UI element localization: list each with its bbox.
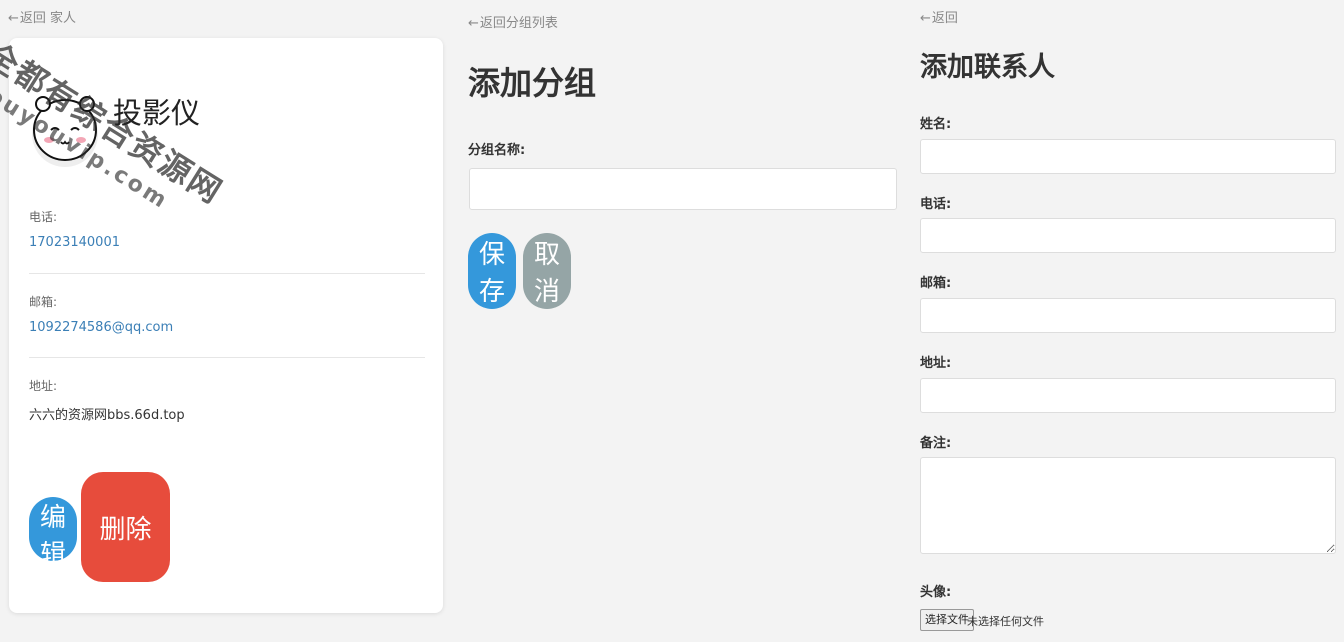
back-link-label: 返回分组列表 bbox=[479, 16, 558, 31]
add-contact-panel: ←返回 添加联系人 姓名: 电话: 邮箱: 地址: 备注: 头像: 选择文件 未… bbox=[912, 0, 1344, 642]
contact-detail-panel: ←返回 家人 投影仪 电话: 17023140001 邮箱: 109227458… bbox=[0, 0, 450, 642]
phone-field: 电话: 17023140001 bbox=[29, 208, 425, 250]
page-title: 添加联系人 bbox=[920, 52, 1055, 83]
phone-label: 电话: bbox=[29, 210, 58, 224]
phone-label: 电话: bbox=[920, 197, 952, 212]
back-link-label: 返回 bbox=[931, 11, 958, 26]
email-label: 邮箱: bbox=[29, 295, 58, 309]
cartoon-bear-avatar-icon bbox=[32, 96, 98, 167]
add-group-panel: ←返回分组列表 添加分组 分组名称: 保存 取消 bbox=[460, 0, 910, 642]
address-value: 六六的资源网bbs.66d.top bbox=[29, 408, 185, 423]
back-arrow-icon: ← bbox=[468, 16, 479, 31]
note-label: 备注: bbox=[920, 436, 952, 451]
contact-name: 投影仪 bbox=[113, 96, 201, 130]
back-to-group-list-link[interactable]: ←返回分组列表 bbox=[468, 12, 558, 31]
divider bbox=[29, 357, 425, 358]
email-label: 邮箱: bbox=[920, 276, 952, 291]
group-name-input[interactable] bbox=[469, 168, 897, 210]
email-input[interactable] bbox=[920, 298, 1336, 333]
name-label: 姓名: bbox=[920, 117, 952, 132]
phone-input[interactable] bbox=[920, 218, 1336, 253]
divider bbox=[29, 273, 425, 274]
page-title: 添加分组 bbox=[468, 64, 597, 102]
contact-card: 投影仪 电话: 17023140001 邮箱: 1092274586@qq.co… bbox=[9, 38, 443, 613]
back-to-family-link[interactable]: ←返回 家人 bbox=[8, 7, 76, 26]
address-field: 地址: 六六的资源网bbs.66d.top bbox=[29, 377, 425, 423]
phone-value[interactable]: 17023140001 bbox=[29, 235, 425, 250]
note-textarea[interactable] bbox=[920, 457, 1336, 554]
avatar-label: 头像: bbox=[920, 585, 952, 600]
name-input[interactable] bbox=[920, 139, 1336, 174]
back-link[interactable]: ←返回 bbox=[920, 7, 958, 26]
choose-file-button[interactable]: 选择文件 bbox=[920, 609, 974, 631]
back-arrow-icon: ← bbox=[8, 11, 19, 26]
cancel-button[interactable]: 取消 bbox=[523, 233, 571, 309]
address-label: 地址: bbox=[920, 356, 952, 371]
email-field: 邮箱: 1092274586@qq.com bbox=[29, 293, 425, 335]
back-arrow-icon: ← bbox=[920, 11, 931, 26]
delete-button[interactable]: 删除 bbox=[81, 472, 170, 582]
email-value[interactable]: 1092274586@qq.com bbox=[29, 320, 425, 335]
address-input[interactable] bbox=[920, 378, 1336, 413]
edit-button[interactable]: 编辑 bbox=[29, 497, 77, 570]
save-button[interactable]: 保存 bbox=[468, 233, 516, 309]
group-name-label: 分组名称: bbox=[468, 143, 526, 158]
file-status-text: 未选择任何文件 bbox=[967, 615, 1044, 628]
address-label: 地址: bbox=[29, 379, 58, 393]
back-link-label: 返回 家人 bbox=[19, 11, 77, 26]
